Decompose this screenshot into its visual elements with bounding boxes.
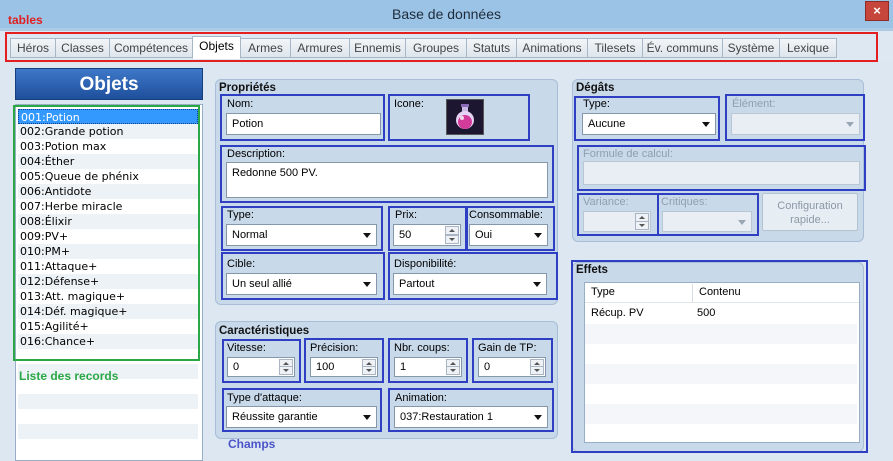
speed-field-box <box>222 339 301 383</box>
variance-field-box <box>577 193 659 236</box>
animation-field-box <box>388 388 554 432</box>
tables-highlight-box <box>5 32 878 62</box>
attack-type-field-box <box>222 388 382 432</box>
properties-title: Propriétés <box>219 82 276 94</box>
effects-field-box <box>571 260 868 453</box>
availability-field-box <box>388 252 558 300</box>
window-title: Base de données <box>392 6 501 22</box>
tables-annotation: tables <box>8 13 43 27</box>
damage-type-field-box <box>574 96 720 141</box>
formula-field-box <box>577 145 866 191</box>
price-field-box <box>388 206 467 251</box>
records-highlight-box <box>13 105 200 361</box>
target-field-box <box>221 252 385 300</box>
list-header: Objets <box>15 68 203 100</box>
damage-title: Dégâts <box>576 82 615 94</box>
icon-field-box <box>388 94 530 141</box>
critical-field-box <box>657 193 759 236</box>
records-annotation: Liste des records <box>19 369 119 383</box>
hits-field-box <box>388 338 468 383</box>
quick-config-button[interactable]: Configuration rapide... <box>762 193 858 231</box>
close-button[interactable]: × <box>865 1 889 21</box>
type-field-box <box>221 206 383 251</box>
element-field-box <box>725 94 865 141</box>
consumable-field-box <box>466 206 555 251</box>
fields-annotation: Champs <box>228 437 276 451</box>
precision-field-box <box>304 338 384 383</box>
tp-gain-field-box <box>472 338 553 383</box>
name-field-box <box>220 94 385 141</box>
empty-list-row[interactable] <box>18 409 198 424</box>
empty-list-row[interactable] <box>18 439 198 454</box>
characteristics-title: Caractéristiques <box>219 325 310 337</box>
empty-list-row[interactable] <box>18 424 198 439</box>
empty-list-row[interactable] <box>18 394 198 409</box>
description-field-box <box>220 145 554 203</box>
